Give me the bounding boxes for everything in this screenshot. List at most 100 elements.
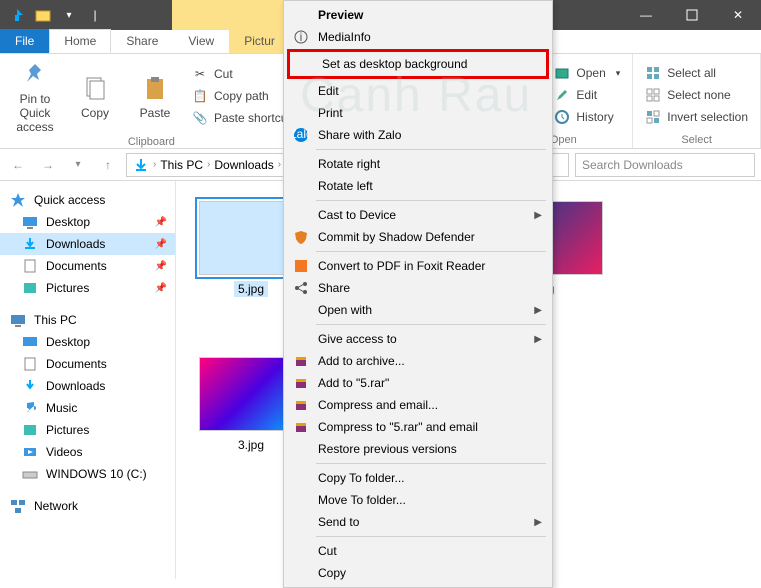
ctx-edit[interactable]: Edit bbox=[286, 80, 550, 102]
ribbon-group-clipboard: Pin to Quick access Copy Paste ✂Cut 📋Cop… bbox=[0, 54, 304, 148]
title-dropdown[interactable]: ▾ bbox=[58, 4, 80, 26]
winrar-icon bbox=[292, 352, 310, 370]
ctx-add-archive[interactable]: Add to archive... bbox=[286, 350, 550, 372]
paste-label: Paste bbox=[140, 106, 171, 120]
sidebar-item-pictures[interactable]: Pictures📌 bbox=[0, 277, 175, 299]
file-name: 5.jpg bbox=[234, 281, 268, 297]
chevron-right-icon: ▶ bbox=[534, 210, 542, 221]
maximize-button[interactable] bbox=[669, 0, 715, 30]
ctx-preview[interactable]: Preview bbox=[286, 4, 550, 26]
separator bbox=[316, 251, 546, 252]
ctx-share[interactable]: Share bbox=[286, 277, 550, 299]
sidebar-item-downloads[interactable]: Downloads📌 bbox=[0, 233, 175, 255]
videos-icon bbox=[22, 444, 38, 460]
quick-access-header[interactable]: Quick access bbox=[0, 189, 175, 211]
thispc-header[interactable]: This PC bbox=[0, 309, 175, 331]
ctx-copy[interactable]: Copy bbox=[286, 562, 550, 584]
paste-shortcut-button[interactable]: 📎Paste shortcut bbox=[188, 108, 295, 128]
pin-to-quick-access-button[interactable]: Pin to Quick access bbox=[8, 58, 62, 134]
drive-icon bbox=[22, 466, 38, 482]
search-input[interactable]: Search Downloads bbox=[575, 153, 755, 177]
ctx-rotate-right[interactable]: Rotate right bbox=[286, 153, 550, 175]
crumb-thispc[interactable]: This PC bbox=[158, 158, 205, 172]
sidebar-pc-documents[interactable]: Documents bbox=[0, 353, 175, 375]
sidebar-item-desktop[interactable]: Desktop📌 bbox=[0, 211, 175, 233]
select-none-button[interactable]: Select none bbox=[641, 85, 752, 105]
tab-file[interactable]: File bbox=[0, 29, 49, 53]
crumb-downloads[interactable]: Downloads bbox=[212, 158, 275, 172]
sidebar-pc-music[interactable]: Music bbox=[0, 397, 175, 419]
folder-quick-icon[interactable] bbox=[32, 4, 54, 26]
download-icon bbox=[22, 236, 38, 252]
separator bbox=[316, 200, 546, 201]
copy-button[interactable]: Copy bbox=[68, 58, 122, 134]
back-button[interactable]: ← bbox=[6, 153, 30, 177]
documents-icon bbox=[22, 356, 38, 372]
invert-selection-button[interactable]: Invert selection bbox=[641, 107, 752, 127]
pin-icon: 📌 bbox=[155, 261, 167, 272]
copy-path-button[interactable]: 📋Copy path bbox=[188, 86, 295, 106]
sidebar-item-documents[interactable]: Documents📌 bbox=[0, 255, 175, 277]
ctx-set-desktop-background[interactable]: Set as desktop background bbox=[290, 53, 546, 75]
ctx-add-5rar[interactable]: Add to "5.rar" bbox=[286, 372, 550, 394]
paste-button[interactable]: Paste bbox=[128, 58, 182, 134]
pc-icon bbox=[10, 312, 26, 328]
sidebar-pc-drive-c[interactable]: WINDOWS 10 (C:) bbox=[0, 463, 175, 485]
minimize-button[interactable]: ― bbox=[623, 0, 669, 30]
history-button[interactable]: History bbox=[550, 107, 624, 127]
ctx-open-with[interactable]: Open with▶ bbox=[286, 299, 550, 321]
sidebar-pc-downloads[interactable]: Downloads bbox=[0, 375, 175, 397]
ctx-compress-email[interactable]: Compress and email... bbox=[286, 394, 550, 416]
sidebar-pc-desktop[interactable]: Desktop bbox=[0, 331, 175, 353]
tab-picture-tools[interactable]: Pictur bbox=[229, 29, 290, 53]
ctx-restore-versions[interactable]: Restore previous versions bbox=[286, 438, 550, 460]
select-none-icon bbox=[645, 87, 661, 103]
tab-view[interactable]: View bbox=[173, 29, 229, 53]
ribbon-group-select: Select all Select none Invert selection … bbox=[633, 54, 761, 148]
copy-label: Copy bbox=[81, 106, 109, 120]
sidebar-pc-pictures[interactable]: Pictures bbox=[0, 419, 175, 441]
select-all-button[interactable]: Select all bbox=[641, 63, 752, 83]
sidebar-pc-videos[interactable]: Videos bbox=[0, 441, 175, 463]
network-header[interactable]: Network bbox=[0, 495, 175, 517]
ctx-compress-5rar-email[interactable]: Compress to "5.rar" and email bbox=[286, 416, 550, 438]
desktop-icon bbox=[22, 214, 38, 230]
open-button[interactable]: Open▾ bbox=[550, 63, 624, 83]
winrar-icon bbox=[292, 374, 310, 392]
pin-icon: 📌 bbox=[155, 283, 167, 294]
ctx-send-to[interactable]: Send to▶ bbox=[286, 511, 550, 533]
cut-button[interactable]: ✂Cut bbox=[188, 64, 295, 84]
ctx-shadow-defender[interactable]: Commit by Shadow Defender bbox=[286, 226, 550, 248]
close-button[interactable]: ✕ bbox=[715, 0, 761, 30]
up-button[interactable]: ↑ bbox=[96, 153, 120, 177]
ctx-share-zalo[interactable]: ZaloShare with Zalo bbox=[286, 124, 550, 146]
download-icon bbox=[22, 378, 38, 394]
navigation-pane: Quick access Desktop📌 Downloads📌 Documen… bbox=[0, 181, 176, 579]
ctx-mediainfo[interactable]: iMediaInfo bbox=[286, 26, 550, 48]
ctx-move-to-folder[interactable]: Move To folder... bbox=[286, 489, 550, 511]
context-menu: Preview iMediaInfo Set as desktop backgr… bbox=[283, 0, 553, 588]
ctx-give-access[interactable]: Give access to▶ bbox=[286, 328, 550, 350]
copy-icon bbox=[79, 72, 111, 104]
forward-button[interactable]: → bbox=[36, 153, 60, 177]
edit-icon bbox=[554, 87, 570, 103]
ctx-cast[interactable]: Cast to Device▶ bbox=[286, 204, 550, 226]
tab-share[interactable]: Share bbox=[111, 29, 173, 53]
recent-dropdown[interactable]: ▾ bbox=[66, 153, 90, 177]
ctx-print[interactable]: Print bbox=[286, 102, 550, 124]
documents-icon bbox=[22, 258, 38, 274]
edit-button[interactable]: Edit bbox=[550, 85, 624, 105]
pictures-icon bbox=[22, 280, 38, 296]
desktop-icon bbox=[22, 334, 38, 350]
open-icon bbox=[554, 65, 570, 81]
separator bbox=[316, 324, 546, 325]
star-icon bbox=[10, 192, 26, 208]
ctx-copy-to-folder[interactable]: Copy To folder... bbox=[286, 467, 550, 489]
ctx-rotate-left[interactable]: Rotate left bbox=[286, 175, 550, 197]
winrar-icon bbox=[292, 396, 310, 414]
ctx-foxit[interactable]: Convert to PDF in Foxit Reader bbox=[286, 255, 550, 277]
chevron-right-icon: ▶ bbox=[534, 334, 542, 345]
ctx-cut[interactable]: Cut bbox=[286, 540, 550, 562]
tab-home[interactable]: Home bbox=[49, 29, 111, 53]
separator bbox=[316, 536, 546, 537]
